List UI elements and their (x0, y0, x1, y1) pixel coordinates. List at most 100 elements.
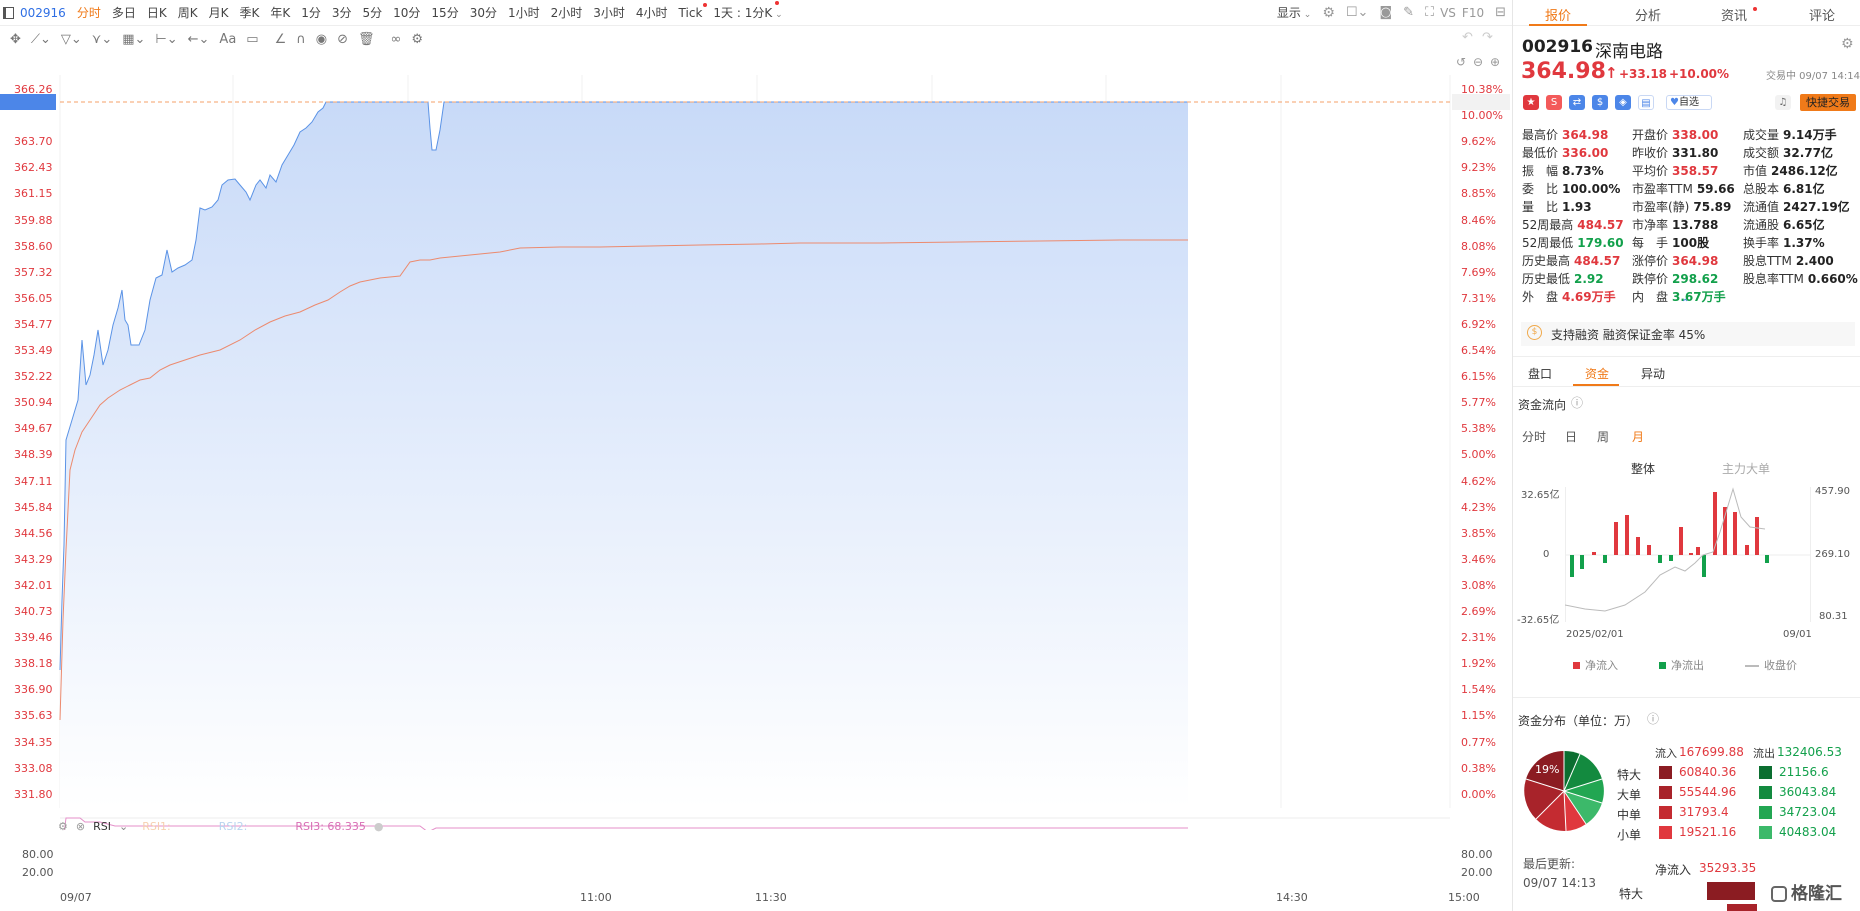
delete-icon[interactable]: 🗑 (358, 32, 375, 47)
tf-weekly[interactable]: 周K (178, 4, 198, 21)
tab-orderbook[interactable]: 盘口 (1528, 365, 1552, 382)
tf-intraday[interactable]: 分时 (77, 4, 101, 21)
toolbar-settings-icon[interactable]: ⚙ (411, 32, 423, 47)
panel-settings-icon[interactable]: ⚙ (1841, 36, 1854, 52)
stat-item: 股息TTM 2.400 (1743, 252, 1834, 269)
quote-panel: 报价 分析 资讯 评论 002916 深南电路 ⚙ 364.98 ↑ +33.1… (1512, 0, 1860, 911)
period-intraday[interactable]: 分时 (1522, 428, 1546, 445)
wave-tool-icon[interactable]: ⋎⌄ (92, 32, 112, 47)
percent-tick: 7.31% (1461, 291, 1496, 305)
tf-4hour[interactable]: 4小时 (636, 4, 668, 21)
legend-inflow: 净流入 (1573, 657, 1618, 673)
chart-tool-icon[interactable]: ▦⌄ (122, 32, 145, 47)
symbol-label[interactable]: 002916 (20, 6, 66, 20)
price-tick: 345.84 (14, 500, 53, 514)
info-icon[interactable]: ⓘ (1571, 394, 1583, 411)
redo-icon[interactable]: ↷ (1482, 30, 1493, 45)
tf-2hour[interactable]: 2小时 (551, 4, 583, 21)
settings-icon[interactable]: ⚙ (1322, 5, 1335, 21)
sidebar-toggle-icon[interactable] (3, 6, 14, 19)
price-tick: 354.77 (14, 317, 53, 331)
tf-30min[interactable]: 30分 (470, 4, 497, 21)
stat-value: 6.65亿 (1783, 218, 1825, 232)
chevron-down-icon[interactable]: ⌄ (119, 820, 128, 833)
period-week[interactable]: 周 (1597, 428, 1609, 445)
tab-analysis[interactable]: 分析 (1635, 5, 1661, 24)
price-tick: 349.67 (14, 422, 53, 436)
rsi-label[interactable]: RSI (93, 820, 111, 833)
bookmark-icon[interactable]: ▤ (1638, 95, 1654, 110)
tf-1min[interactable]: 1分 (301, 4, 321, 21)
tf-tick[interactable]: Tick (679, 2, 708, 20)
tab-anomaly[interactable]: 异动 (1641, 365, 1665, 382)
alert-bell-icon[interactable]: ♫ (1775, 95, 1791, 110)
arrow-tool-icon[interactable]: ←⌄ (188, 32, 210, 47)
collapse-panel-icon[interactable]: ⊟ (1495, 5, 1506, 20)
comment-icon[interactable]: ▭ (246, 32, 258, 47)
undo-icon[interactable]: ↶ (1462, 30, 1473, 45)
tf-3min[interactable]: 3分 (332, 4, 352, 21)
measure-tool-icon[interactable]: ⊢⌄ (155, 32, 177, 47)
net-row-bar-2 (1727, 904, 1757, 911)
stat-value: 338.00 (1672, 128, 1719, 142)
text-tool-icon[interactable]: Aa (219, 32, 236, 47)
tf-yearly[interactable]: 年K (270, 4, 290, 21)
magnet-icon[interactable]: ∩ (296, 32, 306, 47)
rsi-close-icon[interactable]: ⊗ (76, 820, 85, 833)
link-icon[interactable]: ∞ (391, 32, 402, 47)
expand-icon[interactable]: ⌃ (1681, 298, 1689, 309)
x-label: 15:00 (1448, 891, 1480, 904)
tab-comments[interactable]: 评论 (1809, 5, 1835, 24)
camera-icon[interactable]: ◙ (1379, 5, 1392, 20)
divider (1513, 356, 1860, 357)
tf-15min[interactable]: 15分 (431, 4, 458, 21)
f10-button[interactable]: F10 (1462, 6, 1484, 20)
add-watchlist-button[interactable]: ♥自选 (1666, 95, 1712, 110)
price-tick: 366.26 (14, 83, 53, 96)
subtab-main[interactable]: 主力大单 (1722, 460, 1770, 477)
inflow-swatch (1659, 766, 1672, 779)
display-label: 显示 (1276, 6, 1301, 20)
vs-button[interactable]: VS (1440, 6, 1456, 20)
tf-multiday[interactable]: 多日 (112, 4, 136, 21)
info-icon[interactable]: ⓘ (1647, 710, 1659, 727)
rsi-settings-icon[interactable]: ⚙ (58, 820, 68, 833)
price-tick: 362.43 (14, 161, 53, 175)
stat-item: 量 比 1.93 (1522, 198, 1592, 215)
angle-icon[interactable]: ∠ (275, 32, 287, 47)
rsi1-label: RSI1: (142, 820, 171, 833)
tf-daily[interactable]: 日K (147, 4, 167, 21)
tab-quote[interactable]: 报价 (1545, 5, 1571, 24)
line-tool-icon[interactable]: ⟋⌄ (31, 32, 51, 47)
fullscreen-icon[interactable]: ⛶ (1425, 5, 1434, 20)
layout-icon[interactable]: ☐⌄ (1346, 5, 1369, 20)
pen-icon[interactable]: ✎ (1403, 5, 1414, 20)
tf-5min[interactable]: 5分 (363, 4, 383, 21)
channel-tool-icon[interactable]: ▽⌄ (61, 32, 82, 47)
dist-row-outflow: 21156.6 (1779, 765, 1829, 779)
tf-monthly[interactable]: 月K (209, 4, 229, 21)
tf-3hour[interactable]: 3小时 (593, 4, 625, 21)
pie-percent-label: 19% (1535, 763, 1560, 776)
percent-tick: 3.08% (1461, 578, 1496, 592)
tf-10min[interactable]: 10分 (393, 4, 420, 21)
stat-label: 历史最低 (1522, 272, 1571, 286)
tf-1hour[interactable]: 1小时 (508, 4, 540, 21)
current-price: 364.98 (1521, 59, 1606, 84)
intraday-chart[interactable] (0, 60, 1512, 830)
hide-icon[interactable]: ⊘ (337, 32, 348, 47)
subtab-overall[interactable]: 整体 (1631, 460, 1655, 477)
period-day[interactable]: 日 (1565, 428, 1577, 445)
price-tick: 335.63 (14, 709, 53, 723)
display-menu[interactable]: 显示 ⌄ (1277, 4, 1311, 21)
eye-icon[interactable]: ● (374, 820, 384, 833)
tab-news[interactable]: 资讯 (1721, 5, 1747, 24)
fast-trade-button[interactable]: 快捷交易 (1800, 94, 1856, 111)
move-icon[interactable]: ✥ (10, 32, 21, 47)
dist-row-label: 大单 (1617, 788, 1642, 802)
tf-custom[interactable]: 1天 : 1分K ⌄ (713, 1, 783, 21)
tf-quarterly[interactable]: 季K (239, 4, 259, 21)
eye-icon[interactable]: ◉ (316, 32, 327, 47)
period-month[interactable]: 月 (1632, 428, 1644, 445)
tab-capital[interactable]: 资金 (1585, 365, 1609, 382)
